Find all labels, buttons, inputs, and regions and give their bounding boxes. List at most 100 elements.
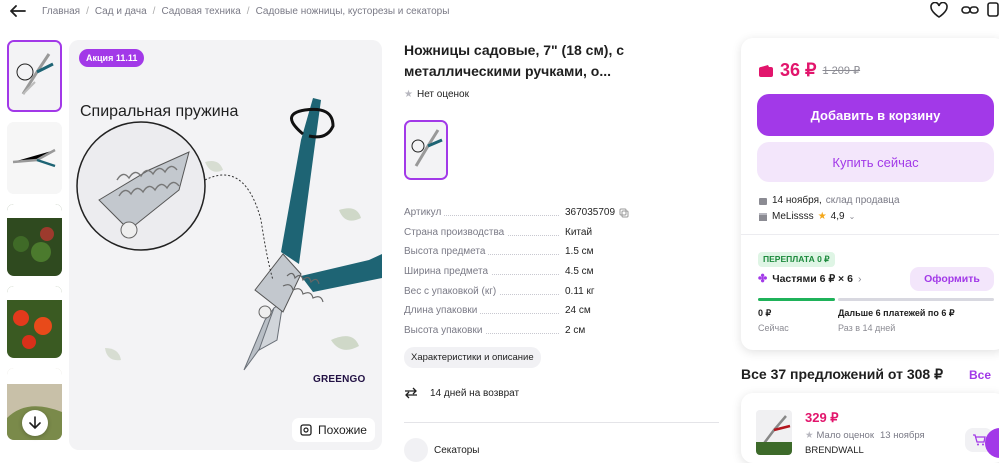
image-headline: Спиральная пружина (80, 103, 239, 120)
returns-info[interactable]: 14 дней на возврат (404, 387, 519, 399)
spec-value: 2 см (565, 324, 586, 336)
buy-card: 36 ₽ 1 209 ₽ Добавить в корзину Купить с… (741, 38, 999, 350)
add-to-cart-button[interactable]: Добавить в корзину (757, 94, 994, 136)
copy-icon[interactable] (619, 208, 629, 218)
breadcrumb-separator: / (152, 5, 156, 17)
spec-value: 1.5 см (565, 246, 594, 258)
variant-thumbnail[interactable] (404, 120, 448, 180)
back-arrow-icon[interactable] (10, 4, 28, 18)
chevron-down-icon: ⌄ (848, 212, 856, 221)
gallery-thumbnail[interactable] (7, 40, 62, 112)
spec-value: 0.11 кг (565, 285, 595, 297)
pay-now-amount: 0 ₽ (758, 308, 772, 318)
main-product-image[interactable]: Акция 11.11 Спиральная пружина GREENGO П… (69, 40, 382, 450)
price-block: 36 ₽ 1 209 ₽ (758, 60, 860, 81)
order-installments-button[interactable]: Оформить (910, 267, 994, 291)
link-icon[interactable] (959, 0, 981, 20)
similar-search-icon (300, 424, 312, 436)
returns-text: 14 дней на возврат (430, 387, 520, 399)
installment-progress-remaining (838, 298, 994, 301)
breadcrumb-link-shears[interactable]: Садовые ножницы, кусторезы и секаторы (256, 6, 450, 17)
installments-link[interactable]: ✤ Частями 6 ₽ × 6 › (758, 272, 861, 286)
current-price: 36 ₽ (780, 60, 817, 80)
offer-rating-text: Мало оценок (816, 430, 874, 441)
spec-row: Вес с упаковкой (кг) 0.11 кг (404, 281, 694, 301)
delivery-info: 14 ноября, склад продавца (758, 195, 900, 206)
heart-icon[interactable] (928, 0, 950, 20)
spec-row: Высота упаковки 2 см (404, 321, 694, 341)
category-text: Секаторы (434, 444, 480, 456)
delivery-source: склад продавца (825, 195, 900, 206)
gallery-thumbnail[interactable] (7, 286, 62, 358)
all-offers-link[interactable]: Все (969, 368, 991, 382)
cart-icon (973, 434, 986, 446)
offer-rating: ★ Мало оценок 13 ноября (805, 430, 925, 441)
breadcrumb-link-garden[interactable]: Сад и дача (95, 6, 147, 17)
seller-name: MeLissss (772, 211, 814, 222)
spec-value: Китай (565, 226, 593, 238)
brand-logo: GREENGO (313, 374, 366, 385)
characteristics-button[interactable]: Характеристики и описание (404, 347, 541, 368)
delivery-date: 14 ноября, (772, 195, 822, 206)
category-link[interactable]: Секаторы (404, 438, 480, 462)
seller-rating: 4,9 (830, 211, 845, 222)
rating-text: Нет оценок (416, 89, 469, 100)
breadcrumb: Главная / Сад и дача / Садовая техника /… (0, 3, 449, 19)
installments-label: Частями 6 ₽ × 6 (772, 272, 853, 285)
offer-seller: BRENDWALL (805, 445, 864, 456)
star-icon: ★ (404, 89, 413, 100)
pay-later-label: Раз в 14 дней (838, 323, 896, 333)
promo-badge: Акция 11.11 (79, 49, 145, 67)
spec-value: 4.5 см (565, 266, 594, 278)
spec-row: Артикул 367035709 (404, 203, 694, 223)
product-title-line2: металлическими ручками, о... (404, 63, 612, 79)
spec-value: 24 см (565, 305, 591, 317)
spec-list: Артикул 367035709 Страна производства Кита… (404, 203, 694, 340)
spec-value-article: 367035709 (565, 207, 616, 219)
offers-title: Все 37 предложений от 308 ₽ (741, 366, 943, 382)
scroll-down-button[interactable] (22, 410, 48, 436)
spec-key: Вес с упаковкой (кг) (404, 285, 500, 297)
overpay-badge: ПЕРЕПЛАТА 0 ₽ (758, 252, 835, 267)
installment-progress-paid (758, 298, 835, 301)
breadcrumb-link-home[interactable]: Главная (42, 6, 80, 17)
divider (404, 422, 719, 423)
offer-card[interactable]: 329 ₽ ★ Мало оценок 13 ноября BRENDWALL (741, 393, 999, 463)
top-actions (919, 0, 999, 20)
gallery-thumbnail[interactable] (7, 204, 62, 276)
category-icon (404, 438, 428, 462)
spec-row: Длина упаковки 24 см (404, 301, 694, 321)
product-rating[interactable]: ★ Нет оценок (404, 89, 469, 100)
spec-key: Артикул (404, 207, 445, 219)
offer-image (756, 410, 792, 455)
offer-price: 329 ₽ (805, 410, 839, 425)
spec-key: Высота предмета (404, 246, 489, 258)
spec-key: Высота упаковки (404, 324, 486, 336)
arrow-down-icon (29, 416, 41, 430)
breadcrumb-separator: / (86, 5, 89, 17)
gallery-thumbnail[interactable] (7, 122, 62, 194)
similar-button[interactable]: Похожие (292, 418, 375, 442)
seller-info[interactable]: MeLissss ★ 4,9 ⌄ (758, 211, 855, 222)
calendar-icon (759, 197, 767, 205)
spec-key: Страна производства (404, 226, 508, 238)
installments-icon: ✤ (758, 273, 768, 285)
spec-key: Ширина предмета (404, 266, 492, 278)
buy-now-button[interactable]: Купить сейчас (757, 142, 994, 182)
spec-row: Страна производства Китай (404, 223, 694, 243)
spec-row: Высота предмета 1.5 см (404, 242, 694, 262)
pay-later-amount: Дальше 6 платежей по 6 ₽ (838, 308, 955, 318)
spec-row: Ширина предмета 4.5 см (404, 262, 694, 282)
seller-star-icon: ★ (817, 211, 827, 222)
pay-later: Дальше 6 платежей по 6 ₽ Раз в 14 дней (838, 308, 955, 333)
breadcrumb-separator: / (246, 5, 250, 17)
wallet-icon (759, 64, 773, 77)
compare-icon[interactable] (987, 0, 999, 20)
product-title: Ножницы садовые, 7" (18 см), с металличе… (404, 40, 724, 82)
shop-icon (759, 212, 767, 221)
spec-key: Длина упаковки (404, 305, 481, 317)
offer-date: 13 ноября (880, 430, 925, 441)
breadcrumb-link-garden-tools[interactable]: Садовая техника (161, 6, 240, 17)
product-title-line1: Ножницы садовые, 7" (18 см), с (404, 42, 625, 58)
old-price: 1 209 ₽ (822, 65, 861, 77)
